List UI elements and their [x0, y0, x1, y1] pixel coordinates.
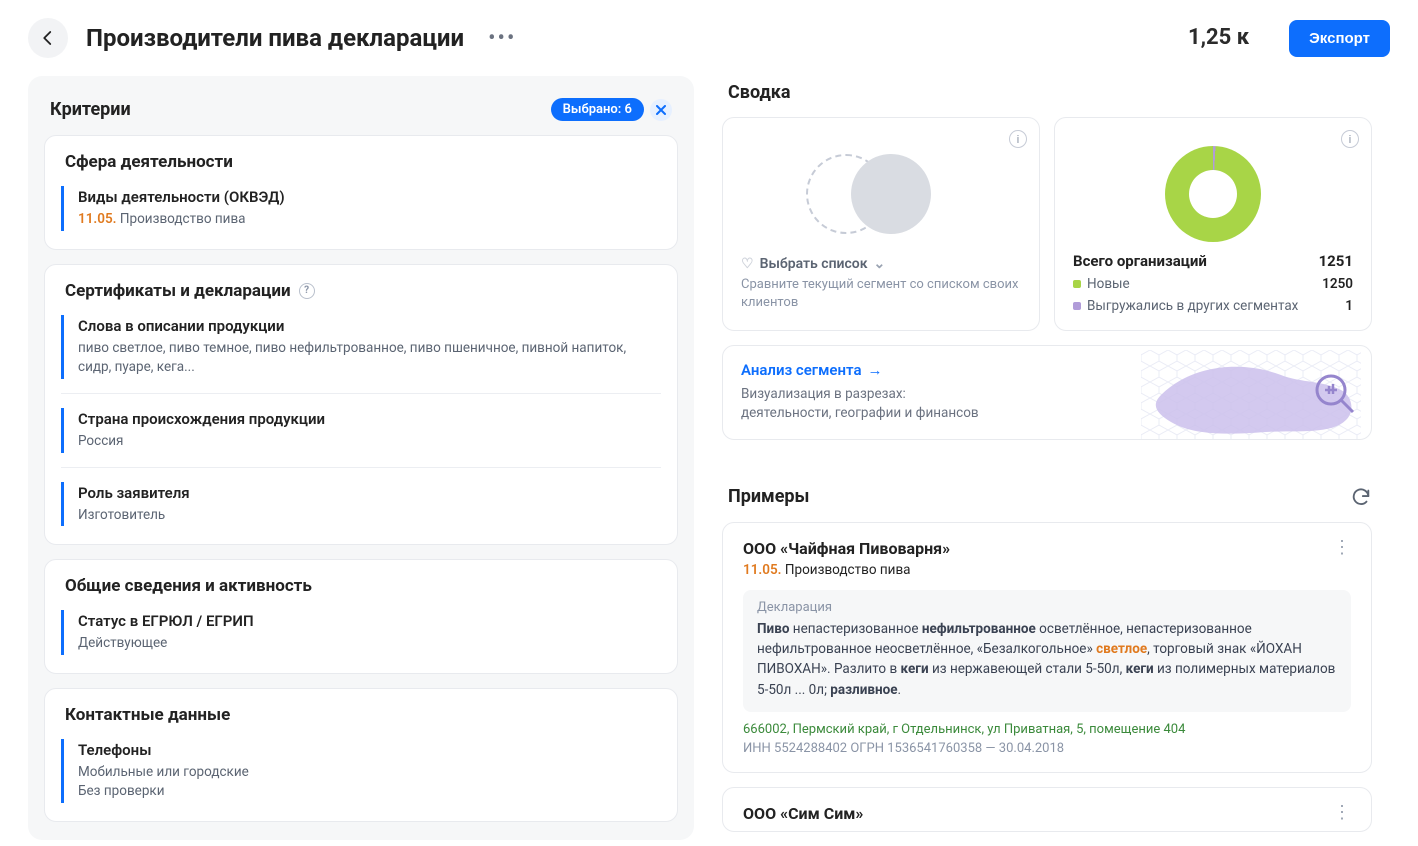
criteria-item-value: Россия — [78, 432, 661, 451]
arrow-right-icon: → — [868, 361, 883, 379]
criteria-item[interactable]: Виды деятельности (ОКВЭД) 11.05. Произво… — [61, 186, 661, 231]
criteria-title: Критерии — [50, 99, 131, 120]
export-button[interactable]: Экспорт — [1289, 20, 1390, 57]
criteria-group-title: Сфера деятельности — [45, 136, 677, 186]
example-more-button[interactable]: ⋮ — [1333, 804, 1351, 822]
refresh-icon[interactable] — [1350, 486, 1372, 508]
criteria-item[interactable]: Телефоны Мобильные или городские Без про… — [61, 739, 661, 803]
criteria-item-title: Слова в описании продукции — [78, 317, 661, 335]
criteria-item[interactable]: Слова в описании продукции пиво светлое,… — [61, 315, 661, 379]
more-menu-button[interactable]: ••• — [488, 26, 516, 51]
criteria-item[interactable]: Страна происхождения продукции Россия — [61, 408, 661, 453]
pick-list-label: Выбрать список — [760, 256, 868, 272]
okved-code: 11.05. — [78, 211, 117, 227]
criteria-item-title: Виды деятельности (ОКВЭД) — [78, 188, 661, 206]
criteria-item-value: Изготовитель — [78, 506, 661, 525]
heart-icon: ♡ — [741, 256, 754, 272]
criteria-item-value: Без проверки — [78, 782, 661, 801]
example-card[interactable]: ООО «Сим Сим» ⋮ — [722, 787, 1372, 832]
criteria-group-title: Сертификаты и декларации — [65, 281, 291, 301]
example-company-name: ООО «Сим Сим» — [743, 804, 863, 823]
stat-row-value: 1 — [1345, 298, 1353, 314]
selected-count-chip[interactable]: Выбрано: 6 — [551, 98, 644, 121]
venn-diagram — [741, 132, 1021, 248]
pick-list-dropdown[interactable]: ♡ Выбрать список ⌄ — [741, 256, 1021, 272]
stat-total-label: Всего организаций — [1073, 252, 1207, 270]
criteria-item-value: пиво светлое, пиво темное, пиво нефильтр… — [78, 339, 661, 377]
help-icon[interactable]: ? — [299, 283, 315, 299]
summary-title: Сводка — [728, 82, 790, 103]
criteria-group-certificates: Сертификаты и декларации ? Слова в описа… — [44, 264, 678, 546]
criteria-item[interactable]: Роль заявителя Изготовитель — [61, 482, 661, 527]
page-title: Производители пива декларации — [86, 24, 464, 52]
declaration-text: Пиво непастеризованное нефильтрованное о… — [757, 619, 1337, 700]
stat-row-value: 1250 — [1322, 276, 1353, 292]
example-meta: ИНН 5524288402 ОГРН 1536541760358 — 30.0… — [743, 741, 1351, 756]
info-icon[interactable]: i — [1341, 130, 1359, 148]
segment-analysis-card[interactable]: Анализ сегмента → Визуализация в разреза… — [722, 345, 1372, 440]
criteria-panel: Критерии Выбрано: 6 Сфера деятельности В… — [28, 76, 694, 840]
back-button[interactable] — [28, 18, 68, 58]
stat-total-value: 1251 — [1319, 252, 1353, 270]
criteria-item-value: 11.05. Производство пива — [78, 210, 661, 229]
examples-title: Примеры — [728, 486, 809, 507]
chevron-down-icon: ⌄ — [874, 256, 886, 272]
criteria-item-title: Статус в ЕГРЮЛ / ЕГРИП — [78, 612, 661, 630]
arrow-left-icon — [39, 29, 57, 47]
criteria-item[interactable]: Статус в ЕГРЮЛ / ЕГРИП Действующее — [61, 610, 661, 655]
stat-row-label: Выгружались в других сегментах — [1087, 298, 1298, 314]
legend-dot-violet — [1073, 302, 1081, 310]
criteria-group-activity: Сфера деятельности Виды деятельности (ОК… — [44, 135, 678, 250]
declaration-box: Декларация Пиво непастеризованное нефиль… — [743, 590, 1351, 712]
clear-criteria-button[interactable] — [650, 99, 672, 121]
info-icon[interactable]: i — [1009, 130, 1027, 148]
example-company-name: ООО «Чайфная Пивоварня» — [743, 539, 950, 558]
declaration-label: Декларация — [757, 600, 1337, 615]
criteria-group-general: Общие сведения и активность Статус в ЕГР… — [44, 559, 678, 674]
example-more-button[interactable]: ⋮ — [1333, 539, 1351, 557]
donut-chart — [1165, 146, 1261, 242]
compare-subtext: Сравните текущий сегмент со списком свои… — [741, 276, 1021, 311]
criteria-item-title: Телефоны — [78, 741, 661, 759]
segment-analysis-link[interactable]: Анализ сегмента → — [741, 361, 883, 379]
example-address: 666002, Пермский край, г Отдельнинск, ул… — [743, 722, 1351, 737]
close-icon — [656, 105, 666, 115]
criteria-item-title: Роль заявителя — [78, 484, 661, 502]
summary-stats-card: i Всего организаций 1251 Новые 1250 Выгр… — [1054, 117, 1372, 331]
criteria-item-title: Страна происхождения продукции — [78, 410, 661, 428]
map-decoration-icon — [1141, 350, 1361, 440]
criteria-item-value: Мобильные или городские — [78, 763, 661, 782]
criteria-group-contacts: Контактные данные Телефоны Мобильные или… — [44, 688, 678, 822]
stat-row-label: Новые — [1087, 276, 1130, 292]
example-card[interactable]: ООО «Чайфная Пивоварня» ⋮ 11.05. Произво… — [722, 522, 1372, 773]
example-okved: 11.05. Производство пива — [743, 562, 1351, 578]
criteria-item-value: Действующее — [78, 634, 661, 653]
criteria-group-title: Контактные данные — [45, 689, 677, 739]
criteria-group-title: Общие сведения и активность — [45, 560, 677, 610]
result-count-badge: 1,25 к — [1170, 23, 1267, 54]
summary-compare-card: i ♡ Выбрать список ⌄ Сравните текущий се… — [722, 117, 1040, 331]
legend-dot-green — [1073, 280, 1081, 288]
